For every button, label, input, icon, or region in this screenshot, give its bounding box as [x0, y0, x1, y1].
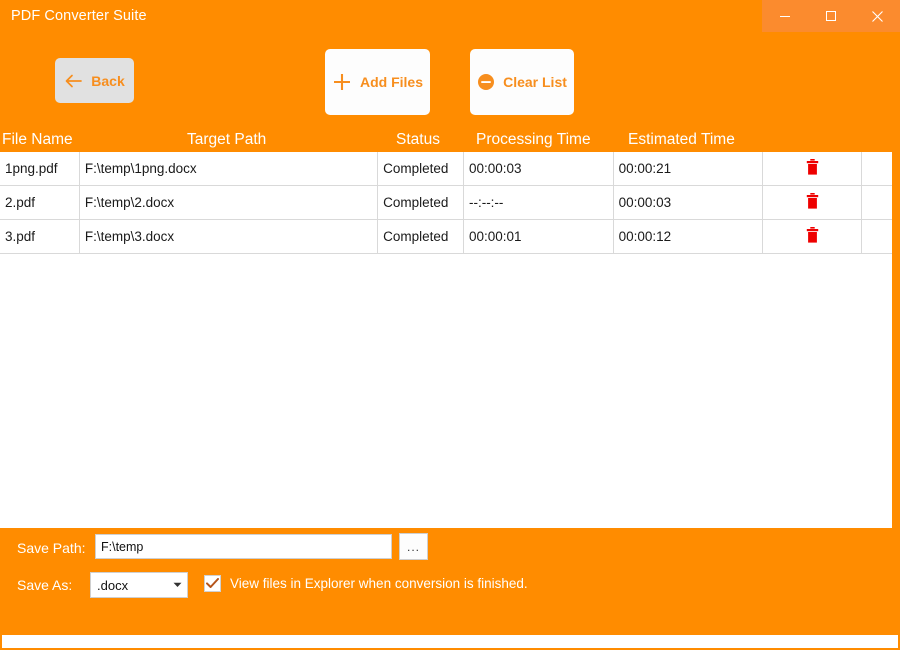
title-bar: PDF Converter Suite	[0, 0, 900, 34]
cell-target-path: F:\temp\3.docx	[80, 220, 378, 253]
cell-status: Completed	[378, 186, 464, 219]
cell-status: Completed	[378, 152, 464, 185]
footer-strip	[1, 635, 899, 649]
browse-button[interactable]: ...	[399, 533, 428, 560]
cell-spacer	[862, 186, 892, 219]
cell-status: Completed	[378, 220, 464, 253]
file-list[interactable]: 1png.pdf F:\temp\1png.docx Completed 00:…	[0, 152, 894, 528]
delete-row-button[interactable]	[763, 186, 862, 219]
options-panel: Save Path: ... Save As: .docx View files…	[0, 528, 900, 635]
save-path-input[interactable]	[95, 534, 392, 559]
maximize-icon	[825, 10, 837, 22]
pdf-converter-window: PDF Converter Suite	[0, 0, 900, 650]
cell-target-path: F:\temp\1png.docx	[80, 152, 378, 185]
cell-processing-time: --:--:--	[464, 186, 614, 219]
check-icon	[206, 578, 219, 589]
cell-file-name: 3.pdf	[0, 220, 80, 253]
back-button-label: Back	[91, 73, 124, 89]
column-header-file-name: File Name	[2, 131, 73, 149]
table-row[interactable]: 2.pdf F:\temp\2.docx Completed --:--:-- …	[0, 186, 892, 220]
column-header-status: Status	[396, 131, 440, 149]
plus-icon	[332, 72, 352, 92]
delete-row-button[interactable]	[763, 220, 862, 253]
cell-spacer	[862, 220, 892, 253]
cell-processing-time: 00:00:01	[464, 220, 614, 253]
arrow-left-icon	[64, 73, 83, 89]
clear-list-button[interactable]: Clear List	[470, 49, 574, 115]
trash-icon	[806, 159, 819, 178]
window-title: PDF Converter Suite	[11, 8, 147, 24]
cell-processing-time: 00:00:03	[464, 152, 614, 185]
maximize-button[interactable]	[808, 0, 854, 32]
view-in-explorer-checkbox[interactable]	[204, 575, 221, 592]
table-row[interactable]: 1png.pdf F:\temp\1png.docx Completed 00:…	[0, 152, 892, 186]
cell-estimated-time: 00:00:03	[614, 186, 764, 219]
cell-estimated-time: 00:00:12	[614, 220, 764, 253]
cell-file-name: 2.pdf	[0, 186, 80, 219]
save-as-label: Save As:	[17, 577, 72, 593]
minimize-icon	[779, 10, 791, 22]
add-files-label: Add Files	[360, 74, 423, 90]
cell-estimated-time: 00:00:21	[614, 152, 764, 185]
delete-row-button[interactable]	[763, 152, 862, 185]
cell-target-path: F:\temp\2.docx	[80, 186, 378, 219]
close-button[interactable]	[854, 0, 900, 32]
column-header-estimated-time: Estimated Time	[628, 131, 735, 149]
toolbar: Back Add Files Clear List	[0, 34, 900, 130]
clear-list-label: Clear List	[503, 74, 567, 90]
view-in-explorer-label: View files in Explorer when conversion i…	[230, 576, 528, 591]
table-header: File Name Target Path Status Processing …	[0, 130, 900, 152]
cell-file-name: 1png.pdf	[0, 152, 80, 185]
chevron-down-icon	[167, 582, 187, 588]
window-controls	[762, 0, 900, 32]
table-row[interactable]: 3.pdf F:\temp\3.docx Completed 00:00:01 …	[0, 220, 892, 254]
column-header-processing-time: Processing Time	[476, 131, 591, 149]
minus-circle-icon	[477, 73, 495, 91]
trash-icon	[806, 193, 819, 212]
add-files-button[interactable]: Add Files	[325, 49, 430, 115]
save-path-label: Save Path:	[17, 540, 86, 556]
save-as-select[interactable]: .docx	[90, 572, 188, 598]
column-header-target-path: Target Path	[187, 131, 266, 149]
trash-icon	[806, 227, 819, 246]
minimize-button[interactable]	[762, 0, 808, 32]
back-button[interactable]: Back	[55, 58, 134, 103]
close-icon	[871, 10, 884, 23]
view-in-explorer-row[interactable]: View files in Explorer when conversion i…	[204, 575, 528, 592]
cell-spacer	[862, 152, 892, 185]
save-as-value: .docx	[91, 578, 167, 593]
